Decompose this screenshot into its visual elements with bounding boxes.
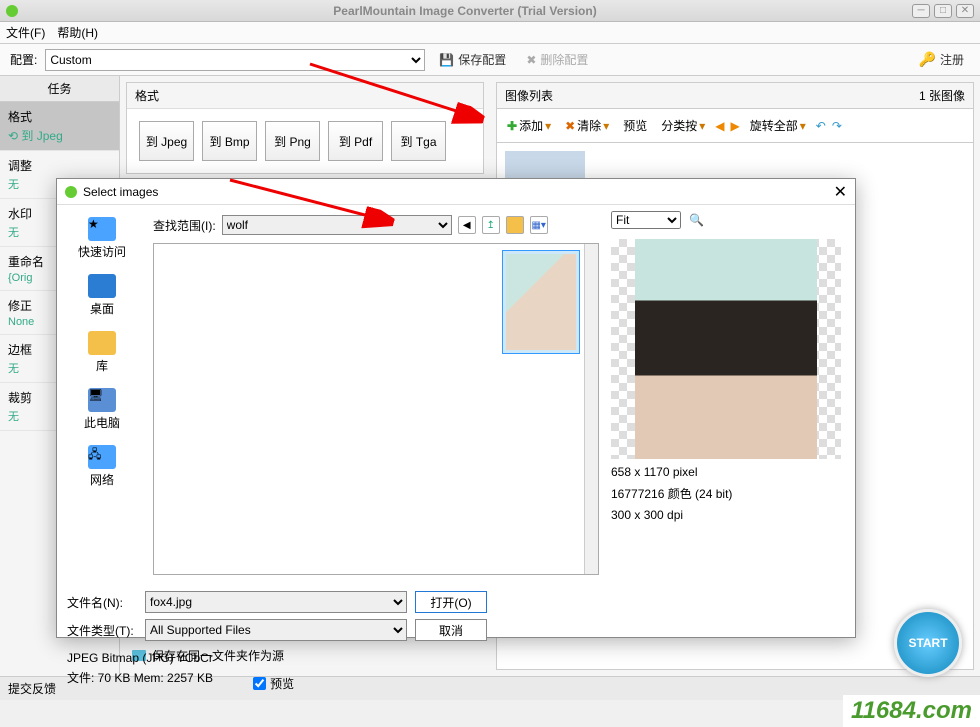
cancel-button[interactable]: 取消 xyxy=(415,619,487,641)
rotate-button[interactable]: 旋转全部▾ xyxy=(746,115,810,136)
format-png-button[interactable]: 到 Png xyxy=(265,121,320,161)
sidebar-header: 任务 xyxy=(0,76,119,102)
app-icon xyxy=(6,5,18,17)
delete-config-button[interactable]: ✖删除配置 xyxy=(520,49,594,70)
place-desktop[interactable]: 桌面 xyxy=(88,274,116,317)
config-toolbar: 配置: Custom 💾保存配置 ✖删除配置 🔑注册 xyxy=(0,44,980,76)
menubar: 文件(F) 帮助(H) xyxy=(0,22,980,44)
menu-file[interactable]: 文件(F) xyxy=(6,24,45,41)
register-button[interactable]: 🔑注册 xyxy=(913,49,970,70)
up-icon[interactable]: ↥ xyxy=(482,216,500,234)
save-config-button[interactable]: 💾保存配置 xyxy=(433,49,512,70)
newfolder-icon[interactable] xyxy=(506,216,524,234)
minimize-button[interactable]: ─ xyxy=(912,4,930,18)
filename-input[interactable]: fox4.jpg xyxy=(145,591,407,613)
next-icon[interactable]: ▶ xyxy=(731,119,740,133)
delete-icon: ✖ xyxy=(526,53,536,67)
x-icon: ✖ xyxy=(565,119,575,133)
info-dpi: 300 x 300 dpi xyxy=(611,508,849,522)
lookin-label: 查找范围(I): xyxy=(153,217,216,234)
viewmode-icon[interactable]: ▦▾ xyxy=(530,216,548,234)
plus-icon: ✚ xyxy=(507,119,517,133)
back-icon[interactable]: ◀ xyxy=(458,216,476,234)
window-title: PearlMountain Image Converter (Trial Ver… xyxy=(18,4,912,18)
places-bar: ★快速访问 桌面 库 🖥此电脑 🖧网络 xyxy=(57,205,147,585)
file-thumbnail[interactable] xyxy=(502,250,580,354)
prev-icon[interactable]: ◀ xyxy=(715,119,724,133)
filename-label: 文件名(N): xyxy=(67,594,137,611)
dialog-title: Select images xyxy=(83,185,834,199)
preview-image xyxy=(611,239,841,459)
menu-help[interactable]: 帮助(H) xyxy=(57,24,98,41)
preview-button[interactable]: 预览 xyxy=(619,115,651,136)
feedback-link[interactable]: 提交反馈 xyxy=(8,680,56,697)
scrollbar[interactable] xyxy=(584,244,598,574)
preview-pane: Fit 🔍 658 x 1170 pixel 16777216 颜色 (24 b… xyxy=(605,205,855,585)
zoom-icon[interactable]: 🔍 xyxy=(689,213,704,227)
close-button[interactable]: ✕ xyxy=(956,4,974,18)
select-images-dialog: Select images ✕ ★快速访问 桌面 库 🖥此电脑 🖧网络 查找范围… xyxy=(56,178,856,638)
imagelist-count: 1 张图像 xyxy=(919,87,965,104)
format-jpeg-button[interactable]: 到 Jpeg xyxy=(139,121,194,161)
place-network[interactable]: 🖧网络 xyxy=(88,445,116,488)
config-label: 配置: xyxy=(10,51,37,68)
imagelist-header: 图像列表 xyxy=(505,87,553,104)
undo-icon[interactable]: ↶ xyxy=(816,119,826,133)
open-button[interactable]: 打开(O) xyxy=(415,591,487,613)
format-header: 格式 xyxy=(127,83,483,109)
dialog-icon xyxy=(65,186,77,198)
preview-checkbox[interactable]: 预览 xyxy=(253,675,294,692)
file-list[interactable] xyxy=(153,243,599,575)
redo-icon[interactable]: ↷ xyxy=(832,119,842,133)
maximize-button[interactable]: □ xyxy=(934,4,952,18)
status-mem: 文件: 70 KB Mem: 2257 KB xyxy=(67,669,213,692)
watermark-text: 11684.com xyxy=(843,695,980,727)
place-libraries[interactable]: 库 xyxy=(88,331,116,374)
preset-select[interactable]: Custom xyxy=(45,49,425,71)
status-format: JPEG Bitmap (JPG) YCbCr xyxy=(67,651,845,665)
place-quickaccess[interactable]: ★快速访问 xyxy=(78,217,126,260)
format-panel: 格式 到 Jpeg 到 Bmp 到 Png 到 Pdf 到 Tga xyxy=(126,82,484,174)
place-thispc[interactable]: 🖥此电脑 xyxy=(84,388,120,431)
clear-button[interactable]: ✖清除▾ xyxy=(561,115,613,136)
dialog-close-button[interactable]: ✕ xyxy=(834,182,847,202)
sort-button[interactable]: 分类按▾ xyxy=(657,115,709,136)
key-icon: 🔑 xyxy=(919,51,936,68)
lookin-select[interactable]: wolf xyxy=(222,215,452,235)
info-colors: 16777216 颜色 (24 bit) xyxy=(611,485,849,502)
sidebar-item-format[interactable]: 格式⟲ 到 Jpeg xyxy=(0,102,119,151)
format-tga-button[interactable]: 到 Tga xyxy=(391,121,446,161)
add-button[interactable]: ✚添加▾ xyxy=(503,115,555,136)
titlebar: PearlMountain Image Converter (Trial Ver… xyxy=(0,0,980,22)
format-bmp-button[interactable]: 到 Bmp xyxy=(202,121,257,161)
imagelist-toolbar: ✚添加▾ ✖清除▾ 预览 分类按▾ ◀ ▶ 旋转全部▾ ↶ ↷ xyxy=(496,108,974,143)
start-button[interactable]: START xyxy=(894,609,962,677)
save-icon: 💾 xyxy=(439,53,454,67)
info-dimensions: 658 x 1170 pixel xyxy=(611,465,849,479)
fit-select[interactable]: Fit xyxy=(611,211,681,229)
format-pdf-button[interactable]: 到 Pdf xyxy=(328,121,383,161)
filetype-label: 文件类型(T): xyxy=(67,622,137,639)
filetype-select[interactable]: All Supported Files xyxy=(145,619,407,641)
